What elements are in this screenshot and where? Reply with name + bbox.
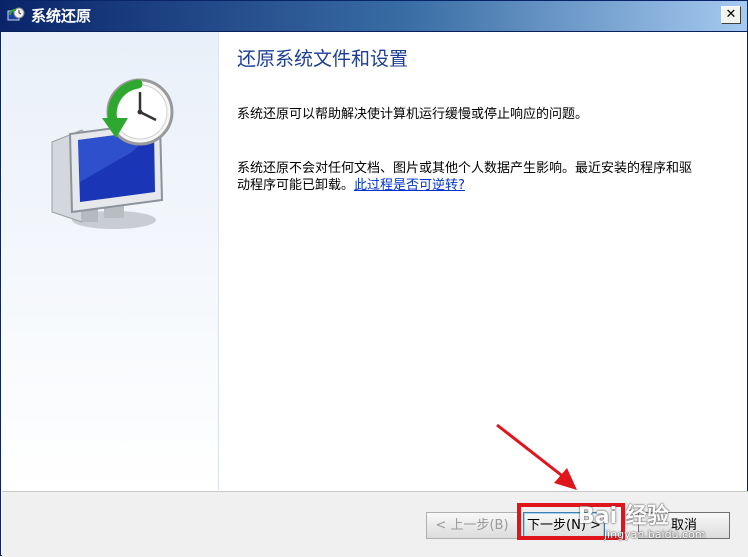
impact-text: 系统还原不会对任何文档、图片或其他个人数据产生影响。最近安装的程序和驱动程序可能…: [237, 160, 697, 194]
title-bar[interactable]: 系统还原 ✕: [1, 1, 747, 32]
system-restore-icon: [7, 7, 25, 21]
system-restore-window: 系统还原 ✕ 还原系统文件和设置 系统还原可以帮助解决使计算机运行缓慢或停止响应…: [0, 0, 748, 557]
page-title: 还原系统文件和设置: [237, 48, 409, 70]
description-text: 系统还原可以帮助解决使计算机运行缓慢或停止响应的问题。: [237, 107, 589, 122]
reversible-link[interactable]: 此过程是否可逆转?: [354, 178, 465, 193]
watermark-url: jingyan.baidu.com: [604, 528, 706, 541]
watermark-logo: Bai 经验: [578, 504, 669, 529]
sidebar-panel: [2, 32, 219, 490]
close-icon: ✕: [725, 7, 737, 22]
close-button[interactable]: ✕: [721, 6, 741, 24]
window-title: 系统还原: [31, 7, 92, 25]
baidu-watermark: Bai 经验 jingyan.baidu.com: [578, 496, 748, 554]
back-button[interactable]: < 上一步(B): [426, 512, 518, 539]
monitor-clock-restore-icon: [51, 78, 174, 229]
